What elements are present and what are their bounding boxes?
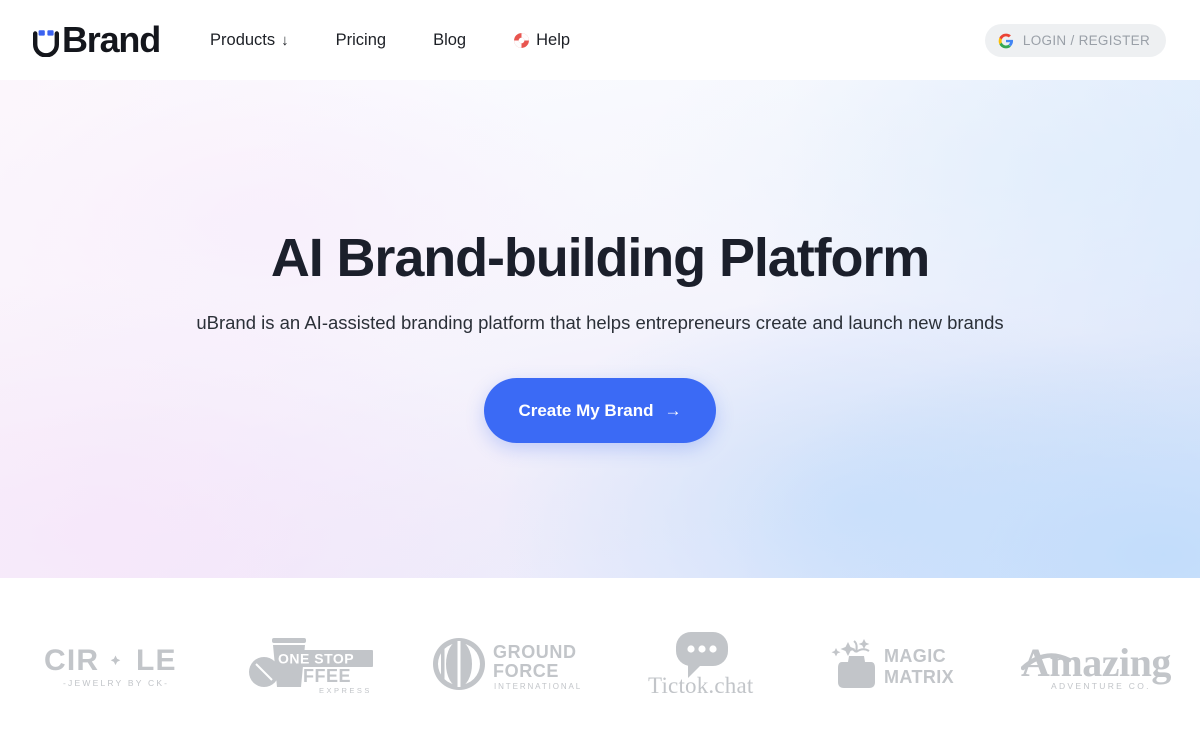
client-logos-track: CIR LE -JEWELRY BY CK- ONE STOP COFFEE E… bbox=[0, 578, 1200, 750]
nav-item-blog[interactable]: Blog bbox=[433, 31, 466, 50]
ubrand-logo[interactable]: Brand bbox=[31, 19, 161, 60]
lifebuoy-icon bbox=[513, 32, 530, 49]
svg-text:COFFEE: COFFEE bbox=[275, 666, 351, 686]
client-logo-magic-matrix: MAGIC MATRIX bbox=[802, 578, 998, 750]
svg-text:GROUND: GROUND bbox=[493, 642, 577, 662]
main-navigation: Products ↓ Pricing Blog Help bbox=[210, 31, 570, 50]
hero-section: AI Brand-building Platform uBrand is an … bbox=[0, 0, 1200, 578]
svg-text:CIR: CIR bbox=[44, 644, 99, 677]
svg-text:EXPRESS: EXPRESS bbox=[319, 686, 372, 695]
nav-item-pricing[interactable]: Pricing bbox=[336, 31, 386, 50]
google-g-icon bbox=[998, 33, 1014, 49]
nav-label-blog: Blog bbox=[433, 30, 467, 49]
svg-text:-JEWELRY BY CK-: -JEWELRY BY CK- bbox=[63, 678, 169, 688]
client-logos-strip: CIR LE -JEWELRY BY CK- ONE STOP COFFEE E… bbox=[0, 578, 1200, 750]
site-header: Brand Products ↓ Pricing Blog Help LOGIN… bbox=[0, 0, 1200, 80]
hero-content: AI Brand-building Platform uBrand is an … bbox=[0, 0, 1200, 578]
svg-text:Amazing: Amazing bbox=[1021, 640, 1171, 685]
client-logo-one-stop-coffee: ONE STOP COFFEE EXPRESS bbox=[214, 578, 410, 750]
nav-label-products: Products bbox=[210, 30, 276, 49]
arrow-right-icon: → bbox=[664, 401, 682, 421]
nav-label-help: Help bbox=[536, 30, 571, 49]
create-my-brand-button[interactable]: Create My Brand → bbox=[484, 378, 716, 444]
hero-subtitle: uBrand is an AI-assisted branding platfo… bbox=[196, 312, 1004, 334]
landing-page: AI Brand-building Platform uBrand is an … bbox=[0, 0, 1200, 750]
cta-label: Create My Brand bbox=[518, 400, 654, 420]
ubrand-logo-text: Brand bbox=[62, 19, 161, 60]
client-logo-ground-force: GROUND FORCE INTERNATIONAL bbox=[410, 578, 606, 750]
login-register-label: LOGIN / REGISTER bbox=[1022, 33, 1150, 48]
login-register-button[interactable]: LOGIN / REGISTER bbox=[984, 24, 1166, 57]
ubrand-u-smiley-icon bbox=[31, 23, 61, 58]
nav-label-pricing: Pricing bbox=[335, 30, 387, 49]
client-logo-circle-jewelry: CIR LE -JEWELRY BY CK- bbox=[18, 578, 214, 750]
svg-text:ADVENTURE CO.: ADVENTURE CO. bbox=[1051, 681, 1151, 691]
svg-text:Tictok.chat: Tictok.chat bbox=[648, 673, 754, 698]
nav-item-help[interactable]: Help bbox=[513, 31, 570, 50]
svg-text:LE: LE bbox=[136, 644, 177, 677]
svg-text:INTERNATIONAL: INTERNATIONAL bbox=[494, 682, 582, 691]
svg-text:MAGIC: MAGIC bbox=[884, 646, 946, 666]
chevron-down-arrow-icon: ↓ bbox=[281, 31, 289, 49]
hero-title: AI Brand-building Platform bbox=[270, 228, 930, 288]
svg-text:FORCE: FORCE bbox=[493, 661, 559, 681]
client-logo-tictok-chat: Tictok.chat bbox=[606, 578, 802, 750]
client-logo-amazing-adventure: Amazing ADVENTURE CO. bbox=[998, 578, 1194, 750]
svg-text:MATRIX: MATRIX bbox=[884, 667, 954, 687]
nav-item-products[interactable]: Products ↓ bbox=[210, 31, 289, 50]
svg-text:ONE STOP: ONE STOP bbox=[278, 651, 354, 667]
